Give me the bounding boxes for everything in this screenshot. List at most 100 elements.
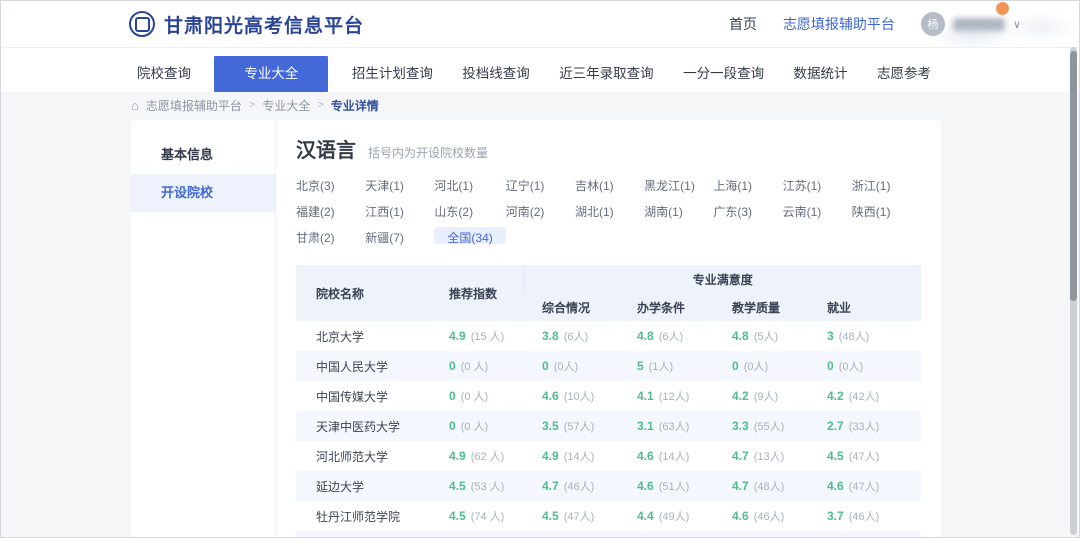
rating-count: (62 人) — [471, 451, 505, 463]
col-header-conditions: 办学条件 — [619, 293, 714, 321]
province-filter[interactable]: 吉林(1) — [575, 178, 644, 195]
table-row[interactable]: 北京大学4.9(15 人)3.8(6人)4.8(6人)4.8(5人)3(48人) — [296, 321, 921, 351]
rating-cell: 0(0 人) — [431, 381, 524, 411]
rating-cell: 0(0人) — [809, 351, 921, 381]
main-nav: 院校查询专业大全招生计划查询投档线查询近三年录取查询一分一段查询数据统计志愿参考 — [131, 56, 937, 92]
nav-tab-2[interactable]: 专业大全 — [214, 56, 328, 92]
rating-cell: 4.2(9人) — [714, 381, 809, 411]
rating-cell: 2.7(33人) — [809, 411, 921, 441]
rating-count: (14人) — [564, 451, 595, 463]
rating-score: 3.5 — [542, 419, 559, 433]
rating-count: (9人) — [754, 391, 778, 403]
province-filter[interactable]: 新疆(7) — [365, 230, 434, 247]
nav-tab-5[interactable]: 近三年录取查询 — [553, 56, 660, 92]
scrollbar — [1070, 47, 1077, 535]
province-filter[interactable]: 浙江(1) — [852, 178, 921, 195]
rating-score: 5 — [637, 359, 644, 373]
nav-bar: 院校查询专业大全招生计划查询投档线查询近三年录取查询一分一段查询数据统计志愿参考 — [1, 48, 1079, 92]
rating-count: (49人) — [659, 511, 690, 523]
province-filter[interactable]: 陕西(1) — [852, 204, 921, 221]
table-row[interactable]: 河北师范大学4.9(62 人)4.9(14人)4.6(14人)4.7(13人)4… — [296, 441, 921, 471]
province-filter[interactable]: 江苏(1) — [783, 178, 852, 195]
breadcrumb-item-majors[interactable]: 专业大全 — [262, 97, 310, 114]
rating-cell: 4.9(15 人) — [431, 321, 524, 351]
rating-count: (5人) — [754, 331, 778, 343]
province-filter[interactable]: 上海(1) — [713, 178, 782, 195]
scrollbar-thumb[interactable] — [1070, 51, 1077, 301]
rating-score: 4.9 — [449, 329, 466, 343]
province-filter[interactable]: 辽宁(1) — [506, 178, 575, 195]
rating-score: 0 — [449, 419, 456, 433]
school-name: 延边大学 — [296, 471, 431, 501]
sidebar-item-offering-colleges[interactable]: 开设院校 — [131, 174, 275, 212]
rating-count: (48人) — [839, 331, 870, 343]
table-row[interactable]: 中国传媒大学0(0 人)4.6(10人)4.1(12人)4.2(9人)4.2(4… — [296, 381, 921, 411]
user-menu[interactable]: 杨 ∨ — [921, 12, 1021, 36]
province-filter[interactable]: 甘肃(2) — [296, 230, 365, 247]
province-filter[interactable]: 江西(1) — [365, 204, 434, 221]
rating-score: 3 — [827, 329, 834, 343]
nav-tab-3[interactable]: 招生计划查询 — [346, 56, 439, 92]
rating-count: (57人) — [564, 421, 595, 433]
province-filter[interactable]: 全国(34) — [434, 227, 505, 244]
college-table: 院校名称 推荐指数 专业满意度 综合情况 办学条件 教学质量 就业 — [296, 265, 921, 537]
rating-score: 4.8 — [732, 329, 749, 343]
school-name: 中国人民大学 — [296, 351, 431, 381]
rating-cell: 4.7(48人) — [714, 471, 809, 501]
rating-score: 4.5 — [827, 449, 844, 463]
school-name: 牡丹江师范学院 — [296, 501, 431, 531]
nav-tab-1[interactable]: 院校查询 — [131, 56, 197, 92]
avatar: 杨 — [921, 12, 945, 36]
rating-cell: 3.5 (57人) — [524, 411, 619, 441]
nav-tab-7[interactable]: 数据统计 — [788, 56, 854, 92]
rating-count: (48人) — [754, 481, 785, 493]
province-filter[interactable]: 河南(2) — [506, 204, 575, 221]
rating-count: (74 人) — [471, 511, 505, 523]
table-row[interactable]: 天津中医药大学0(0 人)3.5(57人)3.1(63人)3.3(55人)2.7… — [296, 411, 921, 441]
col-header-teaching: 教学质量 — [714, 293, 809, 321]
province-filter[interactable]: 湖南(1) — [644, 204, 713, 221]
nav-tab-8[interactable]: 志愿参考 — [871, 56, 937, 92]
table-row[interactable]: 牡丹江师范学院4.5(74 人)4.5(47人)4.4(49人)4.6(46人)… — [296, 501, 921, 531]
table-row[interactable]: 延边大学4.5(53 人)4.7(46人)4.6(51人)4.7(48人)4.6… — [296, 471, 921, 501]
province-filter[interactable]: 河北(1) — [434, 178, 505, 195]
rating-score: 4.9 — [449, 449, 466, 463]
province-filter[interactable]: 北京(3) — [296, 178, 365, 195]
rating-cell: 4.7 (13人) — [714, 441, 809, 471]
rating-cell: 4.5(47人) — [524, 501, 619, 531]
table-row[interactable]: 中国人民大学0(0 人)0(0人)5(1人)0(0人)0(0人) — [296, 351, 921, 381]
rating-score: 4.9 — [542, 449, 559, 463]
rating-count: (10人) — [564, 391, 595, 403]
rating-score: 0 — [827, 359, 834, 373]
rating-cell: 4.9 (62 人) — [431, 441, 524, 471]
breadcrumb-item-platform[interactable]: 志愿填报辅助平台 — [146, 97, 242, 114]
province-filter[interactable]: 福建(2) — [296, 204, 365, 221]
rating-score: 3.7 — [827, 509, 844, 523]
rating-count: (46人) — [849, 511, 880, 523]
assist-platform-link[interactable]: 志愿填报辅助平台 — [783, 14, 895, 34]
rating-score: 4.7 — [732, 449, 749, 463]
sidebar-item-basic-info[interactable]: 基本信息 — [131, 136, 275, 174]
province-filter[interactable]: 山东(2) — [434, 204, 505, 221]
home-link[interactable]: 首页 — [729, 14, 757, 34]
rating-count: (55人) — [754, 421, 785, 433]
rating-score: 4.7 — [542, 479, 559, 493]
rating-score: 4.2 — [827, 389, 844, 403]
rating-count: (13人) — [754, 451, 785, 463]
province-filter[interactable]: 广东(3) — [713, 204, 782, 221]
platform-logo[interactable]: 甘肃阳光高考信息平台 — [129, 11, 364, 38]
province-filter[interactable]: 天津(1) — [365, 178, 434, 195]
rating-cell: 4.2(42人) — [809, 381, 921, 411]
breadcrumb-separator: > — [249, 99, 255, 111]
nav-tab-4[interactable]: 投档线查询 — [456, 56, 536, 92]
school-name: 天津中医药大学 — [296, 411, 431, 441]
province-filter[interactable]: 黑龙江(1) — [644, 178, 713, 195]
rating-score: 4.5 — [542, 509, 559, 523]
rating-score: 4.5 — [449, 479, 466, 493]
rating-count: (0 人) — [461, 421, 489, 433]
province-filter[interactable]: 湖北(1) — [575, 204, 644, 221]
rating-score: 4.4 — [637, 509, 654, 523]
province-filter[interactable]: 云南(1) — [783, 204, 852, 221]
rating-score: 4.6 — [827, 479, 844, 493]
nav-tab-6[interactable]: 一分一段查询 — [677, 56, 770, 92]
